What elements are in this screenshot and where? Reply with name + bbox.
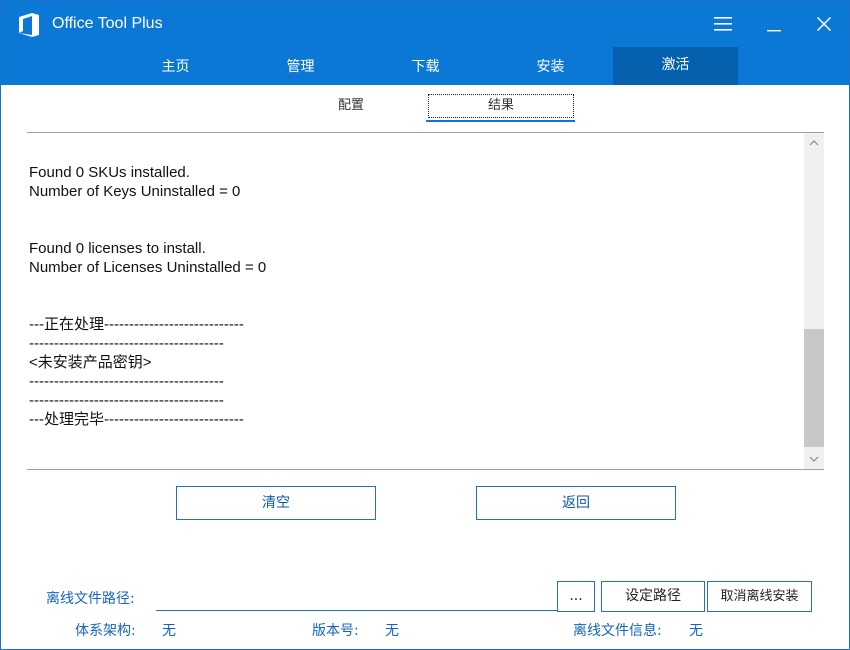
architecture-value: 无 [162, 623, 176, 639]
tab-download[interactable]: 下载 [363, 47, 488, 85]
sub-tabs: 配置 结果 [1, 93, 849, 123]
subtab-active-indicator [426, 120, 575, 122]
offline-path-label: 离线文件路径: [46, 591, 135, 607]
offline-path-input[interactable] [156, 581, 564, 611]
office-logo-icon [17, 12, 41, 38]
minimize-icon[interactable] [756, 9, 792, 39]
browse-button[interactable]: ... [557, 581, 595, 612]
version-value: 无 [385, 623, 399, 639]
cancel-offline-install-button[interactable]: 取消离线安装 [707, 581, 812, 612]
tab-manage[interactable]: 管理 [238, 47, 363, 85]
result-text: Found 0 SKUs installed. Number of Keys U… [29, 164, 267, 428]
tab-install[interactable]: 安装 [488, 47, 613, 85]
subtab-config[interactable]: 配置 [321, 93, 381, 119]
offline-info-label: 离线文件信息: [573, 623, 662, 639]
subtab-result[interactable]: 结果 [428, 94, 574, 118]
tab-activate[interactable]: 激活 [613, 47, 738, 85]
title-bar: Office Tool Plus 主页 管理 下载 安装 激活 [1, 1, 849, 85]
set-path-button[interactable]: 设定路径 [601, 581, 705, 612]
menu-icon[interactable] [705, 9, 741, 39]
main-nav: 主页 管理 下载 安装 激活 [1, 47, 849, 85]
vertical-scrollbar[interactable] [804, 133, 824, 469]
back-button[interactable]: 返回 [476, 486, 676, 520]
scroll-down-icon[interactable] [804, 449, 824, 469]
result-output-box[interactable]: Found 0 SKUs installed. Number of Keys U… [27, 132, 824, 470]
architecture-label: 体系架构: [75, 623, 136, 639]
version-label: 版本号: [312, 623, 359, 639]
clear-button[interactable]: 清空 [176, 486, 376, 520]
tab-home[interactable]: 主页 [113, 47, 238, 85]
close-icon[interactable] [806, 9, 842, 39]
scroll-up-icon[interactable] [804, 133, 824, 153]
app-title: Office Tool Plus [52, 15, 163, 32]
app-window: Office Tool Plus 主页 管理 下载 安装 激活 配置 结果 Fo… [0, 0, 850, 650]
offline-info-value: 无 [689, 623, 703, 639]
scroll-thumb[interactable] [804, 329, 824, 447]
